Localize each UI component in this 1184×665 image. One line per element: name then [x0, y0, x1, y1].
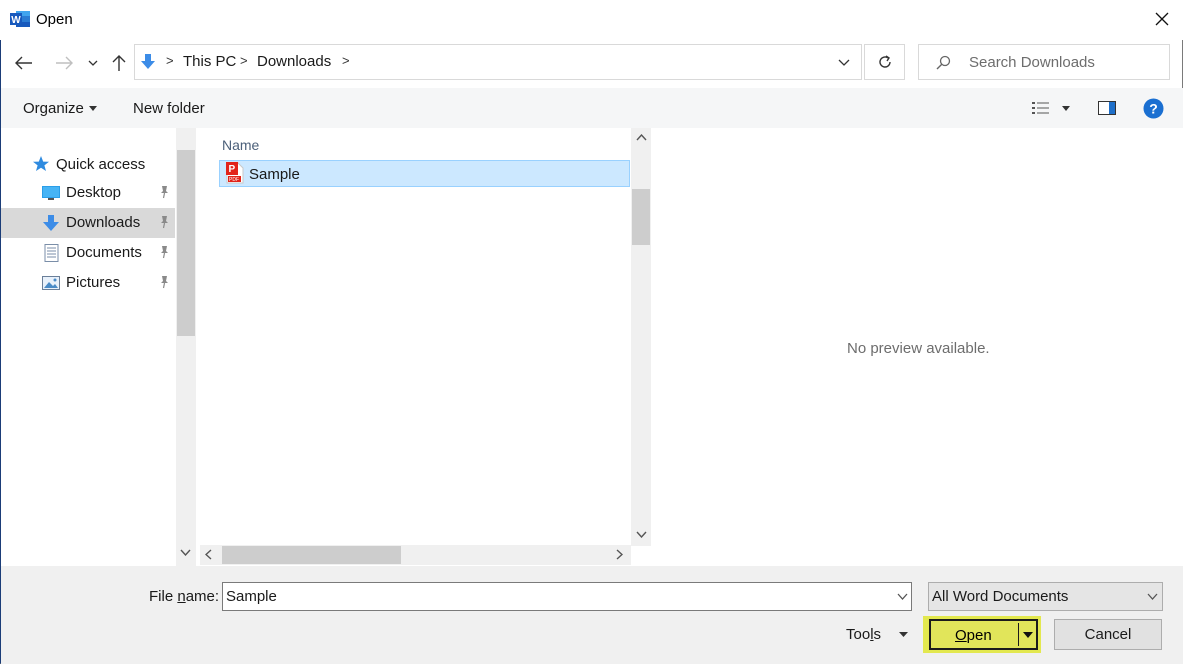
breadcrumb-separator: > — [240, 53, 248, 68]
column-header-name[interactable]: Name — [222, 137, 259, 153]
title-bar: W Open — [0, 0, 1184, 40]
chevron-down-icon — [88, 60, 98, 66]
refresh-icon — [878, 55, 891, 68]
navigation-scroll-thumb[interactable] — [177, 150, 195, 336]
file-name-label-accesskey: n — [177, 588, 186, 605]
dialog-title: Open — [36, 11, 73, 28]
preview-pane-icon — [1098, 101, 1116, 115]
open-label-part: pen — [966, 627, 992, 644]
open-button[interactable]: Open — [929, 619, 1038, 650]
forward-button[interactable] — [50, 48, 78, 78]
sidebar-item-label: Documents — [66, 244, 142, 261]
organize-button[interactable]: Organize — [14, 94, 106, 122]
search-icon — [936, 55, 951, 70]
details-view-icon — [1032, 102, 1049, 114]
close-button[interactable] — [1140, 0, 1184, 38]
refresh-button[interactable] — [864, 44, 905, 80]
documents-icon — [44, 244, 59, 262]
preview-pane-button[interactable] — [1095, 98, 1119, 118]
tools-label: Tools — [846, 626, 881, 643]
caret-down-icon[interactable] — [1023, 632, 1033, 638]
file-row[interactable]: P PDF Sample — [219, 160, 630, 187]
chevron-left-icon[interactable] — [205, 549, 212, 560]
pictures-icon — [42, 276, 60, 290]
breadcrumb-separator: > — [342, 53, 350, 68]
arrow-left-icon — [15, 56, 32, 70]
file-name-label-part: File — [149, 588, 178, 605]
sidebar-item-label: Downloads — [66, 214, 141, 231]
file-name-label-part: ame: — [185, 588, 220, 605]
chevron-up-icon[interactable] — [636, 134, 647, 141]
file-name: Sample — [249, 166, 300, 183]
star-icon — [33, 156, 49, 171]
word-app-icon: W — [10, 11, 30, 27]
sidebar-item-pictures[interactable]: Pictures — [1, 268, 175, 298]
pin-icon — [161, 276, 168, 289]
file-list-hscroll-thumb[interactable] — [222, 546, 401, 564]
chevron-right-icon[interactable] — [616, 549, 623, 560]
caret-down-icon — [1062, 106, 1070, 111]
sidebar-item-label: Quick access — [56, 156, 146, 173]
open-label: Open — [955, 627, 992, 644]
sidebar-item-label: Desktop — [66, 184, 122, 201]
pin-icon — [161, 186, 168, 199]
search-box[interactable]: Search Downloads — [918, 44, 1170, 80]
file-type-value: All Word Documents — [932, 588, 1069, 605]
desktop-icon — [42, 186, 60, 200]
help-icon: ? — [1143, 98, 1164, 119]
file-list-vscroll-thumb[interactable] — [632, 189, 650, 245]
file-name-value: Sample — [226, 588, 277, 605]
file-type-select[interactable]: All Word Documents — [928, 582, 1163, 611]
address-history-dropdown[interactable] — [826, 44, 862, 80]
change-view-button[interactable] — [1028, 96, 1076, 120]
tools-button[interactable]: Tools — [840, 620, 914, 648]
chevron-down-icon[interactable] — [897, 593, 908, 600]
tools-label-part: Too — [846, 626, 871, 643]
pin-icon — [161, 216, 168, 229]
preview-message: No preview available. — [847, 340, 990, 357]
split-divider — [1018, 623, 1019, 646]
breadcrumb-this-pc[interactable]: This PC — [183, 53, 236, 70]
downloads-location-icon — [141, 54, 155, 69]
open-label-accesskey: O — [955, 627, 967, 644]
new-folder-button[interactable]: New folder — [133, 100, 205, 117]
recent-locations-button[interactable] — [80, 48, 106, 78]
chevron-down-icon — [1147, 593, 1158, 600]
sidebar-item-desktop[interactable]: Desktop — [1, 178, 175, 208]
file-name-label: File name: — [149, 588, 219, 605]
cancel-button[interactable]: Cancel — [1054, 619, 1162, 650]
arrow-up-icon — [112, 55, 126, 71]
close-icon — [1155, 12, 1169, 26]
downloads-icon — [43, 215, 59, 231]
organize-label: Organize — [23, 100, 84, 117]
up-button[interactable] — [105, 48, 133, 78]
pin-icon — [161, 246, 168, 259]
tools-label-part: s — [873, 626, 882, 643]
sidebar-item-downloads[interactable]: Downloads — [1, 208, 175, 238]
caret-down-icon — [899, 632, 908, 637]
chevron-down-icon[interactable] — [636, 531, 647, 538]
sidebar-item-quick-access[interactable]: Quick access — [30, 154, 175, 176]
svg-text:PDF: PDF — [229, 177, 239, 183]
svg-text:W: W — [11, 15, 21, 26]
help-button[interactable]: ? — [1143, 98, 1165, 120]
back-button[interactable] — [10, 48, 38, 78]
svg-text:?: ? — [1149, 101, 1158, 117]
svg-text:P: P — [229, 164, 236, 175]
arrow-right-icon — [56, 56, 73, 70]
file-list-pane — [200, 128, 650, 566]
file-name-input[interactable]: Sample — [222, 582, 912, 611]
breadcrumb-separator: > — [166, 53, 174, 68]
sidebar-item-documents[interactable]: Documents — [1, 238, 175, 268]
caret-down-icon — [89, 106, 97, 111]
chevron-down-icon — [838, 59, 850, 66]
chevron-down-icon[interactable] — [180, 549, 191, 556]
breadcrumb-downloads[interactable]: Downloads — [257, 53, 331, 70]
sidebar-item-label: Pictures — [66, 274, 121, 291]
search-placeholder: Search Downloads — [969, 54, 1095, 71]
pdf-icon: P PDF — [226, 162, 244, 184]
